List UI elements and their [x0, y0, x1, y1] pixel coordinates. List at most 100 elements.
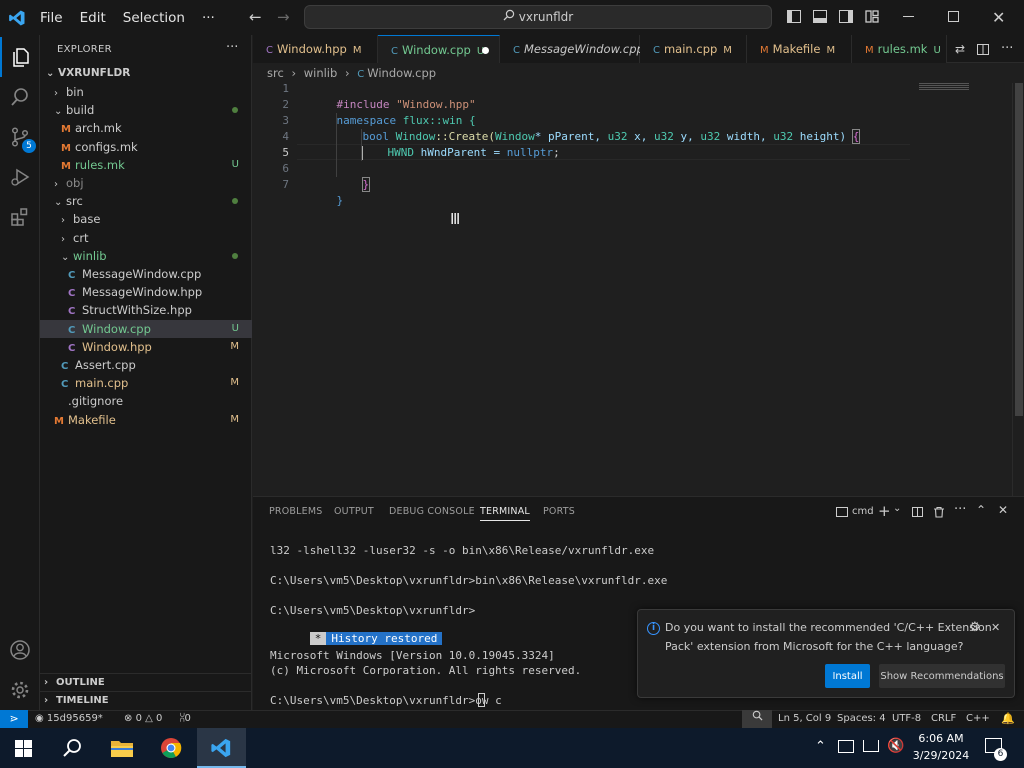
- editor-more-actions[interactable]: ···: [1001, 41, 1013, 56]
- panel-more-actions[interactable]: ···: [954, 502, 966, 517]
- install-button[interactable]: Install: [825, 664, 870, 688]
- new-terminal-icon[interactable]: +: [878, 502, 891, 520]
- ethernet-icon[interactable]: [863, 740, 879, 752]
- tab-messagewindow-cpp[interactable]: C MessageWindow.cpp: [500, 35, 644, 63]
- close-toast-icon[interactable]: ✕: [991, 621, 1000, 634]
- toggle-secondary-sidebar-icon[interactable]: [839, 10, 853, 23]
- folder-src[interactable]: ⌄ src: [40, 192, 252, 210]
- breadcrumb-src[interactable]: src: [267, 66, 284, 80]
- tab-rules-mk[interactable]: Mrules.mk U: [852, 35, 947, 63]
- maximize-icon[interactable]: [948, 11, 959, 22]
- menu-edit[interactable]: Edit: [80, 10, 106, 26]
- compare-changes-icon[interactable]: ⇄: [955, 42, 965, 56]
- clock-date[interactable]: 3/29/2024: [911, 749, 971, 762]
- file-gitignore[interactable]: .gitignore: [40, 392, 252, 410]
- indentation[interactable]: Spaces: 4: [837, 713, 886, 724]
- outline-section[interactable]: › OUTLINE: [40, 673, 252, 691]
- forward-arrow-icon[interactable]: →: [277, 8, 290, 26]
- folder-crt[interactable]: › crt: [40, 229, 252, 247]
- toggle-primary-sidebar-icon[interactable]: [787, 10, 801, 23]
- file-structwithsize-hpp[interactable]: C StructWithSize.hpp: [40, 301, 252, 319]
- tab-window-hpp[interactable]: C Window.hpp M: [253, 35, 378, 63]
- close-window-icon[interactable]: ✕: [992, 8, 1005, 27]
- customize-layout-icon[interactable]: [865, 10, 879, 23]
- windows-start-icon[interactable]: [15, 740, 32, 760]
- gear-icon[interactable]: ⚙: [969, 620, 981, 635]
- command-center-search[interactable]: vxrunfldr: [304, 5, 772, 29]
- show-hidden-icons-chevron-icon[interactable]: ⌃: [815, 739, 826, 754]
- file-window-hpp[interactable]: C Window.hpp M: [40, 338, 252, 356]
- tab-makefile[interactable]: M Makefile M: [747, 35, 852, 63]
- folder-build[interactable]: ⌄ build: [40, 101, 252, 119]
- network-icon[interactable]: [838, 740, 854, 753]
- panel-tab-debug-console[interactable]: DEBUG CONSOLE: [389, 506, 475, 517]
- encoding[interactable]: UTF-8: [892, 713, 921, 724]
- account-icon[interactable]: [0, 630, 40, 670]
- panel-tab-ports[interactable]: PORTS: [543, 506, 575, 517]
- file-configs-mk[interactable]: Mconfigs.mk: [40, 138, 252, 156]
- ports-indicator[interactable]: ⩆0: [180, 713, 191, 724]
- menu-selection[interactable]: Selection: [123, 10, 185, 26]
- file-messagewindow-hpp[interactable]: C MessageWindow.hpp: [40, 283, 252, 301]
- file-arch-mk[interactable]: March.mk: [40, 119, 252, 137]
- minimap[interactable]: [919, 83, 1009, 496]
- file-assert-cpp[interactable]: C Assert.cpp: [40, 356, 252, 374]
- minimize-icon[interactable]: [903, 16, 914, 17]
- zoom-icon[interactable]: [742, 710, 772, 728]
- notifications-bell-icon[interactable]: 🔔: [1001, 712, 1015, 725]
- taskbar-search-icon[interactable]: [62, 738, 82, 761]
- folder-base[interactable]: › base: [40, 210, 252, 228]
- source-control-icon[interactable]: 5: [0, 117, 40, 157]
- code-editor[interactable]: 1 2 3 4 5 6 7 #include "Window.hpp" name…: [253, 82, 1024, 496]
- file-window-cpp[interactable]: C Window.cpp U: [40, 319, 252, 338]
- split-editor-icon[interactable]: [977, 44, 989, 55]
- run-debug-icon[interactable]: [0, 157, 40, 197]
- chrome-icon[interactable]: [160, 737, 182, 762]
- chevron-down-icon[interactable]: ⌄: [893, 503, 901, 514]
- close-panel-icon[interactable]: ✕: [998, 503, 1008, 517]
- vscode-taskbar-item[interactable]: [197, 728, 246, 768]
- panel-tab-terminal[interactable]: TERMINAL: [480, 506, 530, 521]
- tab-main-cpp[interactable]: Cmain.cpp M: [640, 35, 747, 63]
- trash-icon[interactable]: [933, 506, 945, 521]
- search-view-icon[interactable]: [0, 77, 40, 117]
- problems-indicator[interactable]: ⊗ 0 △ 0: [124, 713, 162, 724]
- explorer-icon[interactable]: [0, 37, 40, 77]
- volume-muted-icon[interactable]: 🔇: [887, 738, 904, 754]
- file-makefile[interactable]: M Makefile M: [40, 411, 252, 429]
- breadcrumb-file[interactable]: Window.cpp: [367, 66, 436, 80]
- clock-time[interactable]: 6:06 AM: [916, 732, 966, 745]
- branch-indicator[interactable]: ◉ 15d95659*: [35, 713, 103, 724]
- panel-tab-problems[interactable]: PROBLEMS: [269, 506, 322, 517]
- folder-obj[interactable]: › obj: [40, 174, 252, 192]
- extensions-icon[interactable]: [0, 197, 40, 237]
- breadcrumb-winlib[interactable]: winlib: [304, 66, 338, 80]
- file-messagewindow-cpp[interactable]: C MessageWindow.cpp: [40, 265, 252, 283]
- folder-root[interactable]: ⌄ VXRUNFLDR: [40, 64, 252, 82]
- toggle-panel-icon[interactable]: [813, 10, 827, 23]
- remote-indicator[interactable]: ⋗: [0, 710, 28, 728]
- tab-window-cpp[interactable]: C Window.cpp U: [378, 35, 500, 63]
- back-arrow-icon[interactable]: ←: [249, 8, 262, 26]
- panel-tab-output[interactable]: OUTPUT: [334, 506, 374, 517]
- git-status-badge: U: [231, 158, 239, 170]
- shell-name[interactable]: cmd: [852, 506, 874, 517]
- vertical-scrollbar[interactable]: [1012, 83, 1024, 496]
- file-main-cpp[interactable]: Cmain.cpp M: [40, 374, 252, 392]
- file-explorer-icon[interactable]: [111, 739, 133, 760]
- show-recommendations-button[interactable]: Show Recommendations: [879, 664, 1005, 688]
- cursor-position[interactable]: Ln 5, Col 9: [778, 713, 831, 724]
- folder-bin[interactable]: › bin: [40, 83, 252, 101]
- explorer-more-actions[interactable]: ···: [226, 40, 238, 55]
- language-mode[interactable]: C++: [966, 713, 990, 724]
- file-rules-mk[interactable]: Mrules.mk U: [40, 156, 252, 174]
- split-terminal-icon[interactable]: [912, 507, 923, 517]
- unsaved-dot-icon[interactable]: [482, 47, 489, 54]
- folder-winlib[interactable]: ⌄ winlib: [40, 247, 252, 265]
- menu-more[interactable]: ···: [202, 10, 215, 26]
- timeline-section[interactable]: › TIMELINE: [40, 691, 252, 709]
- menu-file[interactable]: File: [40, 10, 63, 26]
- maximize-panel-icon[interactable]: ⌃: [976, 503, 986, 517]
- line-ending[interactable]: CRLF: [931, 713, 956, 724]
- manage-gear-icon[interactable]: [0, 670, 40, 710]
